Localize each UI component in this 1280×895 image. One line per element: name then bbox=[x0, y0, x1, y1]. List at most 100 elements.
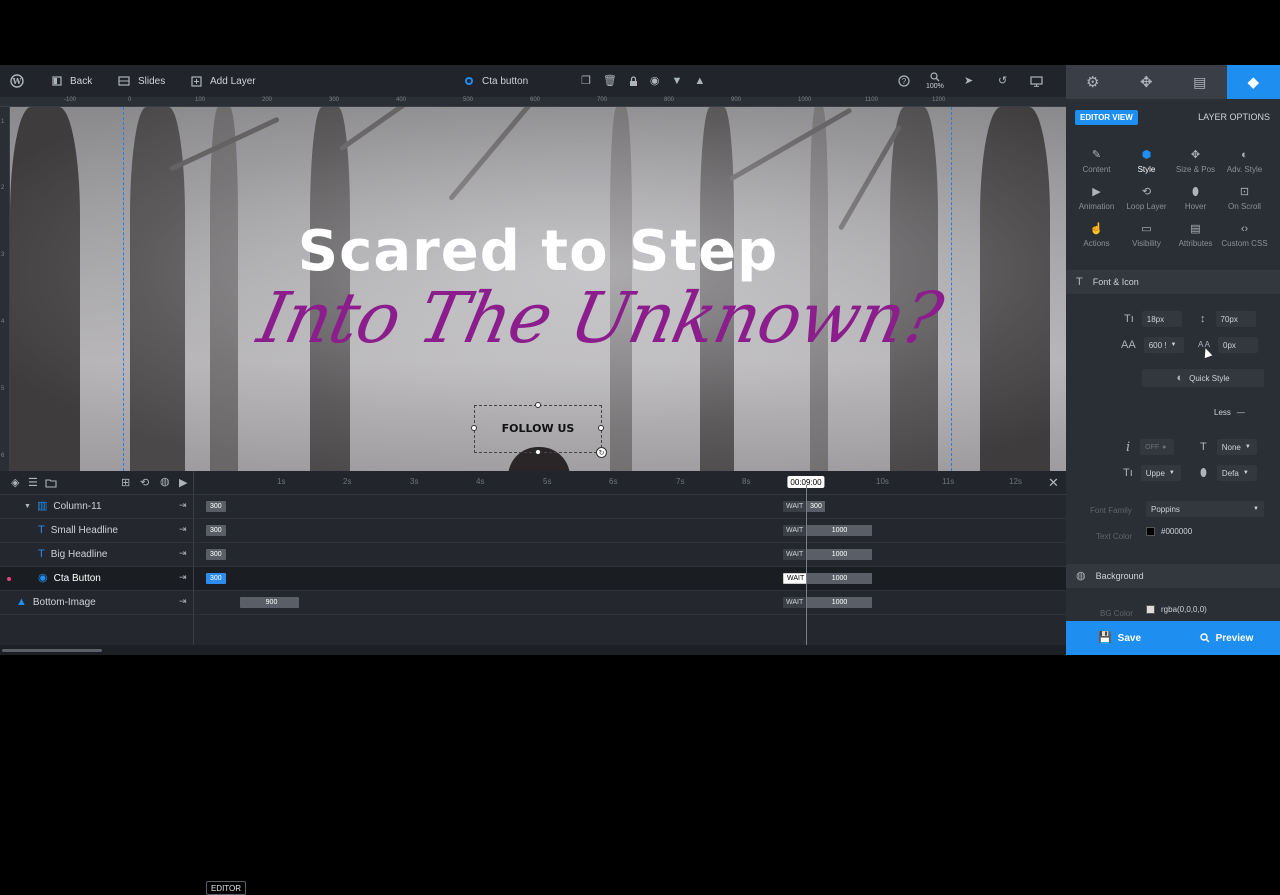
tab-navigation[interactable]: ✥ bbox=[1120, 65, 1174, 99]
end-bar[interactable]: 300 bbox=[807, 501, 825, 512]
option-loop-layer[interactable]: ⟲Loop Layer bbox=[1120, 186, 1173, 211]
align-icon[interactable]: ⇥ bbox=[179, 525, 187, 534]
font-size-field[interactable]: Tı 18px bbox=[1124, 311, 1182, 327]
timeline-row-column[interactable]: ▼ ▥ Column-11 ⇥ 300 WAIT 300 bbox=[0, 495, 1066, 519]
visibility-icon[interactable]: ◉ bbox=[650, 76, 660, 87]
font-family-select[interactable]: Poppins▼ bbox=[1146, 501, 1264, 517]
zoom-control[interactable]: 100% bbox=[926, 65, 944, 97]
expand-icon[interactable]: ▼ bbox=[24, 503, 31, 510]
loop-icon[interactable]: ⟲ bbox=[140, 478, 149, 489]
timeline-row-bottom-image[interactable]: ▲ Bottom-Image ⇥ 900 WAIT 1000 bbox=[0, 591, 1066, 615]
start-bar[interactable]: 300 bbox=[206, 525, 226, 536]
timeline-row-big-headline[interactable]: T Big Headline ⇥ 300 WAIT 1000 bbox=[0, 543, 1066, 567]
start-bar[interactable]: 300 bbox=[206, 549, 226, 560]
wait-marker[interactable]: WAIT bbox=[783, 573, 808, 584]
end-bar[interactable]: 1000 bbox=[807, 573, 872, 584]
end-bar[interactable]: 1000 bbox=[807, 525, 872, 536]
scroll-thumb[interactable] bbox=[2, 649, 102, 652]
start-bar[interactable]: 300 bbox=[206, 501, 226, 512]
grid-icon[interactable]: ⊞ bbox=[121, 478, 130, 489]
resize-handle[interactable] bbox=[535, 402, 541, 408]
end-bar[interactable]: 1000 bbox=[807, 597, 872, 608]
font-weight-field[interactable]: AA 600 !▼ bbox=[1121, 337, 1184, 353]
rotate-handle-icon[interactable]: ↻ bbox=[596, 447, 607, 458]
big-headline-layer[interactable]: Scared to Step bbox=[10, 219, 1066, 284]
list-icon[interactable]: ☰ bbox=[28, 478, 38, 489]
tab-slide[interactable]: ▤ bbox=[1173, 65, 1227, 99]
start-bar[interactable]: 300 bbox=[206, 573, 226, 584]
timeline-scrollbar[interactable] bbox=[0, 645, 1066, 655]
play-icon[interactable]: ▶ bbox=[179, 478, 187, 489]
color-swatch[interactable] bbox=[1146, 527, 1155, 536]
move-up-icon[interactable]: ▲ bbox=[694, 76, 705, 87]
wait-marker[interactable]: WAIT bbox=[783, 597, 806, 608]
option-hover[interactable]: ⬮Hover bbox=[1169, 186, 1222, 211]
quick-style-button[interactable]: ◐ Quick Style bbox=[1142, 369, 1264, 387]
color-swatch[interactable] bbox=[1146, 605, 1155, 614]
selected-layer-indicator[interactable]: Cta button bbox=[464, 65, 528, 97]
text-decoration-field[interactable]: T None▼ bbox=[1200, 439, 1257, 455]
preview-button[interactable]: Preview bbox=[1173, 621, 1280, 655]
text-transform-field[interactable]: Tı Uppe▼ bbox=[1123, 465, 1181, 481]
option-visibility[interactable]: ▭Visibility bbox=[1120, 223, 1173, 248]
add-layer-button[interactable]: Add Layer bbox=[191, 65, 256, 97]
line-height-field[interactable]: ↕ 70px bbox=[1200, 311, 1256, 327]
align-icon[interactable]: ⇥ bbox=[179, 597, 187, 606]
option-content[interactable]: ✎Content bbox=[1070, 149, 1123, 174]
slides-icon bbox=[118, 76, 130, 86]
undo-button[interactable]: ↺ bbox=[998, 65, 1007, 97]
back-button[interactable]: Back bbox=[52, 65, 92, 97]
font-icon-section[interactable]: T Font & Icon bbox=[1066, 270, 1280, 294]
save-button[interactable]: 💾 Save bbox=[1066, 621, 1173, 655]
wait-marker[interactable]: WAIT bbox=[783, 525, 806, 536]
ruler-label: 800 bbox=[664, 97, 674, 103]
timeline-editor-pill[interactable]: EDITOR bbox=[206, 881, 246, 895]
option-custom-css[interactable]: ‹›Custom CSS bbox=[1218, 223, 1271, 248]
tab-layer[interactable]: ◆ bbox=[1227, 65, 1280, 99]
pointer-tool[interactable]: ➤ bbox=[964, 65, 973, 97]
close-timeline-icon[interactable]: ✕ bbox=[1048, 476, 1059, 489]
tab-module-settings[interactable]: ⚙ bbox=[1066, 65, 1120, 99]
playhead[interactable] bbox=[806, 485, 807, 645]
duplicate-icon[interactable]: ❐ bbox=[581, 76, 591, 87]
option-attributes[interactable]: ▤Attributes bbox=[1169, 223, 1222, 248]
text-color-field[interactable]: #000000 bbox=[1146, 527, 1192, 536]
lock-icon[interactable] bbox=[629, 76, 638, 87]
align-icon[interactable]: ⇥ bbox=[179, 501, 187, 510]
cursor-field[interactable]: ⬮ Defa▼ bbox=[1200, 465, 1257, 481]
align-icon[interactable]: ⇥ bbox=[179, 549, 187, 558]
bg-color-field[interactable]: rgba(0,0,0,0) bbox=[1146, 605, 1207, 614]
timeline-row-small-headline[interactable]: T Small Headline ⇥ 300 WAIT 1000 bbox=[0, 519, 1066, 543]
device-desktop-button[interactable] bbox=[1030, 65, 1043, 97]
start-bar[interactable]: 900 bbox=[240, 597, 299, 608]
wordpress-logo[interactable]: W bbox=[10, 65, 24, 97]
layers-icon[interactable]: ◈ bbox=[11, 478, 19, 489]
option-style[interactable]: ⬢Style bbox=[1120, 149, 1173, 174]
cta-button-layer[interactable]: FOLLOW US bbox=[474, 405, 602, 453]
editor-view-badge[interactable]: EDITOR VIEW bbox=[1075, 110, 1138, 125]
resize-handle[interactable] bbox=[535, 449, 541, 455]
option-animation[interactable]: ▶Animation bbox=[1070, 186, 1123, 211]
option-actions[interactable]: ☝Actions bbox=[1070, 223, 1123, 248]
background-section[interactable]: ◍ Background bbox=[1066, 564, 1280, 588]
wait-marker[interactable]: WAIT bbox=[783, 501, 806, 512]
help-button[interactable]: ? bbox=[898, 65, 910, 97]
move-down-icon[interactable]: ▼ bbox=[671, 76, 682, 87]
align-icon[interactable]: ⇥ bbox=[179, 573, 187, 582]
delete-icon[interactable]: 🗑 bbox=[603, 76, 617, 87]
resize-handle[interactable] bbox=[598, 425, 604, 431]
slide-canvas[interactable]: Scared to Step Into The Unknown? FOLLOW … bbox=[10, 107, 1066, 471]
timeline-row-cta-button[interactable]: ◉ Cta Button ⇥ 300 WAIT 1000 bbox=[0, 567, 1066, 591]
slides-button[interactable]: Slides bbox=[118, 65, 165, 97]
italic-toggle[interactable]: i OFF● bbox=[1126, 439, 1174, 455]
small-headline-layer[interactable]: Into The Unknown? bbox=[251, 277, 948, 359]
wait-marker[interactable]: WAIT bbox=[783, 549, 806, 560]
less-toggle[interactable]: Less — bbox=[1214, 408, 1245, 417]
option-on-scroll[interactable]: ⊡On Scroll bbox=[1218, 186, 1271, 211]
resize-handle[interactable] bbox=[471, 425, 477, 431]
option-adv-style[interactable]: ◐Adv. Style bbox=[1218, 149, 1271, 174]
end-bar[interactable]: 1000 bbox=[807, 549, 872, 560]
folder-icon[interactable] bbox=[45, 478, 57, 488]
audio-icon[interactable]: ◍ bbox=[160, 477, 170, 488]
option-size-pos[interactable]: ✥Size & Pos bbox=[1169, 149, 1222, 174]
